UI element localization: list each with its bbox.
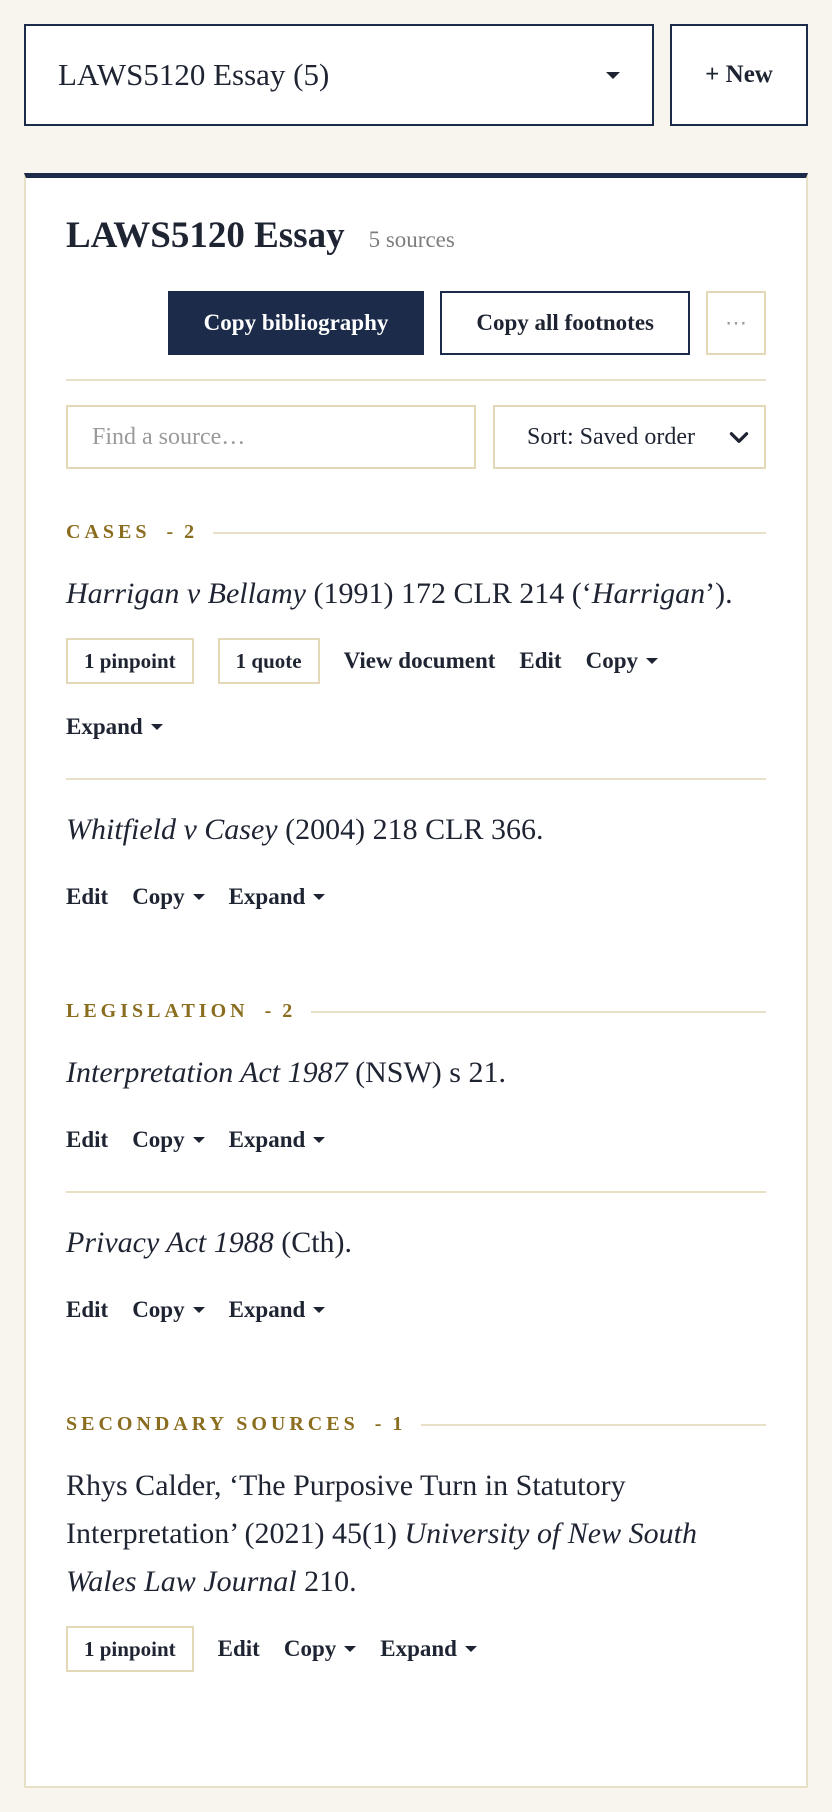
expand-label: Expand bbox=[66, 714, 143, 739]
section-count: - 1 bbox=[374, 1413, 406, 1435]
citation-part: (2004) 218 CLR 366. bbox=[277, 813, 544, 846]
quote-badge[interactable]: 1 quote bbox=[217, 638, 320, 684]
citation-part: (1991) 172 CLR 214 (‘ bbox=[305, 577, 592, 610]
filters: Sort: Saved order bbox=[66, 405, 766, 469]
copy-dropdown[interactable]: Copy bbox=[586, 638, 658, 684]
caret-down-icon bbox=[313, 1307, 326, 1313]
caret-down-icon bbox=[150, 724, 163, 730]
caret-down-icon bbox=[344, 1646, 357, 1652]
source-entry: Interpretation Act 1987 (NSW) s 21. Edit C… bbox=[66, 1023, 766, 1191]
entry-actions: Edit Copy Expand bbox=[66, 1117, 766, 1163]
caret-down-icon bbox=[464, 1646, 477, 1652]
entry-actions: 1 pinpoint 1 quote View document Edit Copy Ex… bbox=[66, 638, 766, 750]
expand-label: Expand bbox=[228, 1297, 306, 1322]
expand-label: Expand bbox=[380, 1636, 457, 1661]
caret-down-icon bbox=[606, 71, 620, 79]
copy-label: Copy bbox=[585, 648, 638, 673]
project-select-value: LAWS5120 Essay (5) bbox=[58, 57, 330, 92]
caret-down-icon bbox=[192, 1307, 205, 1313]
caret-down-icon bbox=[646, 658, 658, 664]
ellipsis-icon: ⋯ bbox=[725, 310, 747, 335]
sort-select-value: Sort: Saved order bbox=[527, 423, 695, 450]
section-divider bbox=[311, 1010, 766, 1013]
citation-text: Harrigan v Bellamy (1991) 172 CLR 214 (‘… bbox=[66, 570, 766, 618]
edit-link[interactable]: Edit bbox=[66, 874, 108, 920]
sort-select[interactable]: Sort: Saved order bbox=[493, 405, 766, 469]
source-entry: Harrigan v Bellamy (1991) 172 CLR 214 (‘… bbox=[66, 544, 766, 778]
more-options-button[interactable]: ⋯ bbox=[706, 291, 766, 355]
expand-dropdown[interactable]: Expand bbox=[229, 1287, 326, 1333]
entry-actions: Edit Copy Expand bbox=[66, 874, 766, 920]
new-project-button[interactable]: + New bbox=[670, 24, 808, 126]
copy-dropdown[interactable]: Copy bbox=[132, 874, 205, 920]
section-count: - 2 bbox=[166, 521, 198, 543]
section-label: LEGISLATION bbox=[66, 1000, 249, 1022]
citation-part: Interpretation Act 1987 bbox=[66, 1056, 348, 1089]
project-select[interactable]: LAWS5120 Essay (5) bbox=[24, 24, 654, 126]
copy-bibliography-button[interactable]: Copy bibliography bbox=[167, 291, 425, 355]
expand-dropdown[interactable]: Expand bbox=[229, 1117, 326, 1163]
edit-link[interactable]: Edit bbox=[218, 1626, 260, 1672]
citation-part: Harrigan bbox=[591, 577, 706, 610]
pinpoint-badge[interactable]: 1 pinpoint bbox=[66, 1626, 194, 1672]
citation-part: (Cth). bbox=[273, 1226, 353, 1259]
citation-text: Privacy Act 1988 (Cth). bbox=[66, 1219, 766, 1267]
panel-header: LAWS5120 Essay 5 sources bbox=[66, 214, 766, 257]
copy-label: Copy bbox=[132, 884, 185, 909]
copy-dropdown[interactable]: Copy bbox=[132, 1117, 205, 1163]
section-label: SECONDARY SOURCES bbox=[66, 1413, 359, 1435]
section-header: SECONDARY SOURCES - 1 bbox=[66, 1413, 766, 1436]
copy-label: Copy bbox=[132, 1127, 185, 1152]
citation-text: Rhys Calder, ‘The Purposive Turn in Stat… bbox=[66, 1462, 766, 1606]
panel-title: LAWS5120 Essay bbox=[66, 215, 345, 256]
chevron-down-icon bbox=[729, 432, 749, 443]
citation-part: Whitfield v Casey bbox=[66, 813, 278, 846]
citation-part: Harrigan v Bellamy bbox=[66, 577, 306, 610]
expand-dropdown[interactable]: Expand bbox=[66, 704, 163, 750]
edit-link[interactable]: Edit bbox=[519, 638, 561, 684]
pinpoint-badge[interactable]: 1 pinpoint bbox=[66, 638, 194, 684]
copy-label: Copy bbox=[283, 1636, 337, 1661]
copy-dropdown[interactable]: Copy bbox=[132, 1287, 205, 1333]
copy-footnotes-button[interactable]: Copy all footnotes bbox=[440, 291, 690, 355]
citation-text: Interpretation Act 1987 (NSW) s 21. bbox=[66, 1049, 766, 1097]
source-entry: Whitfield v Casey (2004) 218 CLR 366. Edi… bbox=[66, 778, 766, 948]
section-count: - 2 bbox=[264, 1000, 296, 1022]
citation-part: (NSW) s 21. bbox=[347, 1056, 506, 1089]
project-bar: LAWS5120 Essay (5) + New bbox=[24, 24, 808, 126]
expand-dropdown[interactable]: Expand bbox=[380, 1626, 477, 1672]
source-sections: CASES - 2 Harrigan v Bellamy (1991) 172 CL… bbox=[66, 521, 766, 1700]
expand-label: Expand bbox=[228, 884, 306, 909]
divider bbox=[66, 379, 766, 381]
section-divider bbox=[213, 531, 766, 534]
entry-actions: Edit Copy Expand bbox=[66, 1287, 766, 1333]
citation-part: 210. bbox=[296, 1565, 357, 1598]
section-header: LEGISLATION - 2 bbox=[66, 1000, 766, 1023]
copy-label: Copy bbox=[132, 1297, 185, 1322]
expand-label: Expand bbox=[228, 1127, 306, 1152]
search-input[interactable] bbox=[66, 405, 476, 469]
view-document-link[interactable]: View document bbox=[344, 638, 496, 684]
caret-down-icon bbox=[192, 1137, 205, 1143]
citation-text: Whitfield v Casey (2004) 218 CLR 366. bbox=[66, 806, 766, 854]
caret-down-icon bbox=[192, 894, 205, 900]
caret-down-icon bbox=[313, 894, 326, 900]
copy-dropdown[interactable]: Copy bbox=[283, 1626, 357, 1672]
source-count: 5 sources bbox=[368, 227, 455, 252]
panel-actions: Copy bibliography Copy all footnotes ⋯ bbox=[66, 291, 766, 355]
section-label: CASES bbox=[66, 521, 151, 543]
section-header: CASES - 2 bbox=[66, 521, 766, 544]
edit-link[interactable]: Edit bbox=[66, 1287, 108, 1333]
entry-actions: 1 pinpoint Edit Copy Expand bbox=[66, 1626, 766, 1672]
sources-panel: LAWS5120 Essay 5 sources Copy bibliograp… bbox=[24, 173, 808, 1788]
source-entry: Rhys Calder, ‘The Purposive Turn in Stat… bbox=[66, 1436, 766, 1700]
expand-dropdown[interactable]: Expand bbox=[229, 874, 326, 920]
source-entry: Privacy Act 1988 (Cth). Edit Copy Expand bbox=[66, 1191, 766, 1361]
citation-part: Privacy Act 1988 bbox=[66, 1226, 274, 1259]
citation-part: ’). bbox=[705, 577, 733, 610]
edit-link[interactable]: Edit bbox=[66, 1117, 108, 1163]
section-divider bbox=[421, 1423, 766, 1426]
caret-down-icon bbox=[313, 1137, 326, 1143]
